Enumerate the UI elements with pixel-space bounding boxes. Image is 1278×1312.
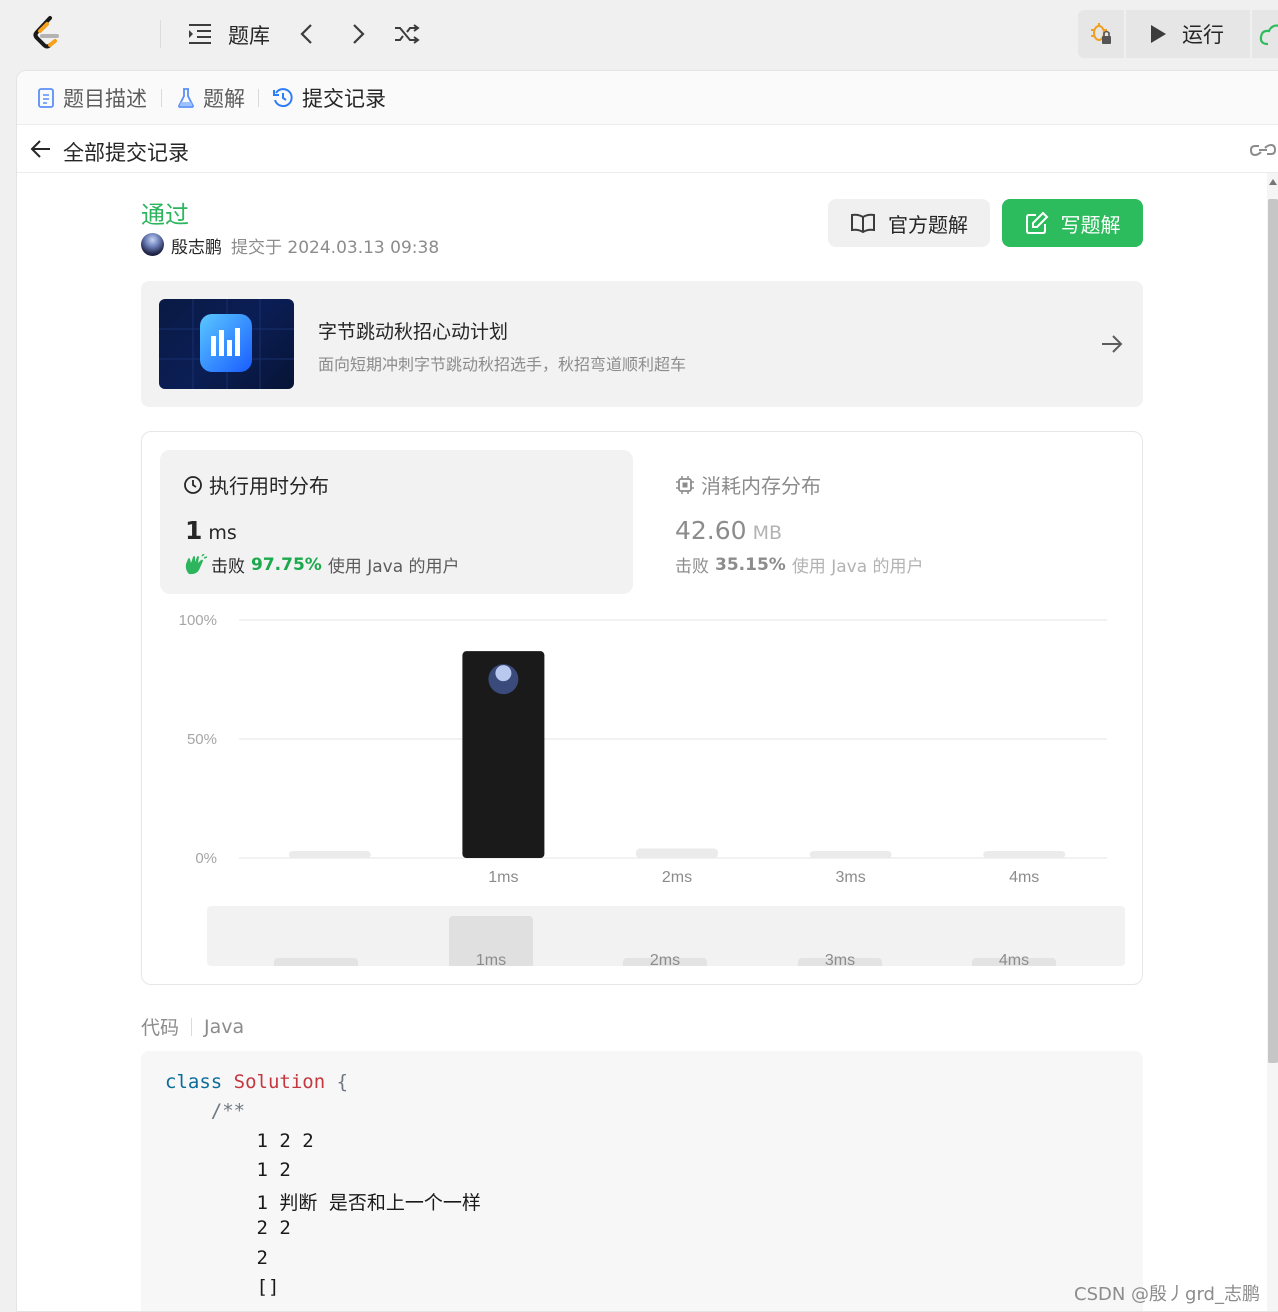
- avatar[interactable]: [141, 233, 164, 256]
- code-line: 1 2 2: [165, 1130, 314, 1152]
- top-bar: 题库 运行: [0, 0, 1278, 70]
- bug-lock-icon: [1091, 23, 1111, 44]
- cloud-upload-icon: [1259, 24, 1278, 46]
- tab-divider: [258, 89, 259, 107]
- bar: [636, 848, 718, 858]
- navigator-tick-label: 1ms: [476, 952, 506, 966]
- author-name[interactable]: 殷志鹏: [171, 233, 222, 258]
- code-line: /**: [165, 1100, 246, 1122]
- y-tick-label: 50%: [187, 731, 217, 748]
- run-label: 运行: [1182, 23, 1224, 47]
- avatar-marker-highlight: [495, 665, 512, 682]
- promo-title: 字节跳动秋招心动计划: [318, 321, 509, 343]
- x-tick-label: 2ms: [662, 869, 692, 886]
- topbar-divider: [160, 20, 161, 48]
- code-label-divider: [191, 1017, 193, 1036]
- bar: [288, 851, 371, 858]
- submission-panel: 题目描述 题解 提交记录 全部提交记录 通过 殷志鹏 提交于 2024.03.1…: [16, 70, 1278, 1312]
- chevron-right-icon[interactable]: [342, 18, 374, 50]
- tab-divider: [161, 89, 162, 107]
- edit-icon: [1025, 211, 1048, 234]
- link-icon[interactable]: [1249, 137, 1277, 163]
- clock-icon: [184, 475, 202, 494]
- memory-beat-line: 击败 35.15% 使用 Java 的用户: [675, 554, 924, 578]
- write-solution-button[interactable]: 写题解: [1002, 199, 1143, 247]
- runtime-distribution-chart: 100% 50% 0% 1ms 2ms 3ms 4ms: [179, 612, 1107, 886]
- run-button-group: 运行: [1078, 10, 1278, 58]
- code-line: 1 判断 是否和上一个一样: [165, 1192, 481, 1214]
- bar: [983, 851, 1066, 858]
- back-arrow-icon[interactable]: [29, 137, 53, 161]
- problem-list-icon[interactable]: [184, 18, 216, 50]
- code-block[interactable]: class Solution { /** 1 2 2 1 2 1 判断 是否和上…: [141, 1051, 1143, 1311]
- y-tick-label: 0%: [195, 850, 217, 867]
- bar: [809, 851, 892, 858]
- y-tick-label: 100%: [179, 612, 217, 629]
- promo-image: [159, 299, 294, 389]
- play-icon: [1151, 25, 1166, 43]
- code-line: class Solution {: [165, 1071, 349, 1093]
- submit-time: 提交于 2024.03.13 09:38: [231, 238, 440, 258]
- performance-card: 执行用时分布 1 ms 击败 97.75% 使用 Java 的用户 消耗内存分布…: [141, 431, 1143, 985]
- runtime-beat-line: 击败 97.75% 使用 Java 的用户: [183, 552, 460, 577]
- navigator-tick-label: 2ms: [650, 952, 680, 966]
- run-button[interactable]: 运行: [1128, 10, 1246, 58]
- navigator-tick-label: 4ms: [999, 952, 1029, 966]
- x-tick-label: 4ms: [1009, 869, 1039, 886]
- runtime-panel[interactable]: 执行用时分布 1 ms 击败 97.75% 使用 Java 的用户: [160, 450, 633, 594]
- promo-banner[interactable]: 字节跳动秋招心动计划 面向短期冲刺字节跳动秋招选手，秋招弯道顺利超车: [141, 281, 1143, 407]
- code-line: 1 2: [165, 1159, 291, 1181]
- code-language: Java: [204, 1015, 245, 1038]
- official-solution-button[interactable]: 官方题解: [828, 199, 990, 247]
- flask-icon: [178, 88, 194, 108]
- chevron-left-icon[interactable]: [291, 18, 323, 50]
- navigator-tick-label: 3ms: [825, 952, 855, 966]
- runtime-title: 执行用时分布: [183, 470, 329, 499]
- code-line: []: [165, 1276, 280, 1298]
- x-tick-label: 3ms: [835, 869, 865, 886]
- submission-subheader: 全部提交记录: [17, 125, 1278, 173]
- watermark: CSDN @殷丿grd_志鹏: [1074, 1284, 1260, 1305]
- memory-value: 42.60 MB: [675, 516, 783, 545]
- navigator-bar: [274, 958, 358, 966]
- book-icon: [851, 213, 875, 234]
- memory-panel[interactable]: 消耗内存分布 42.60 MB 击败 35.15% 使用 Java 的用户: [652, 450, 1125, 594]
- scrollbar-thumb[interactable]: [1268, 199, 1278, 1063]
- history-icon: [273, 88, 293, 108]
- x-tick-label: 1ms: [488, 869, 518, 886]
- code-label: 代码: [141, 1017, 180, 1039]
- clap-icon: [185, 553, 207, 574]
- debug-button[interactable]: [1078, 10, 1126, 58]
- code-label-row: 代码 Java: [141, 1013, 244, 1040]
- code-line: 2: [165, 1247, 268, 1269]
- code-line: 2 2: [165, 1217, 291, 1239]
- panel-tabs: 题目描述 题解 提交记录: [17, 71, 1278, 125]
- all-submissions-title[interactable]: 全部提交记录: [63, 137, 189, 167]
- memory-title: 消耗内存分布: [675, 470, 821, 499]
- scroll-up-arrow-icon[interactable]: [1269, 179, 1277, 185]
- problem-list-label[interactable]: 题库: [228, 20, 270, 50]
- status-label: 通过: [141, 201, 189, 229]
- promo-description: 面向短期冲刺字节跳动秋招选手，秋招弯道顺利超车: [318, 355, 687, 374]
- tab-solutions[interactable]: 题解: [177, 84, 245, 112]
- chart-navigator[interactable]: 1ms 2ms 3ms 4ms: [207, 906, 1125, 966]
- tab-submissions[interactable]: 提交记录: [272, 84, 386, 112]
- submit-button[interactable]: [1250, 10, 1278, 58]
- arrow-right-icon[interactable]: [1099, 331, 1125, 357]
- tab-description[interactable]: 题目描述: [37, 84, 147, 112]
- runtime-value: 1 ms: [185, 516, 237, 545]
- chip-icon: [676, 475, 694, 494]
- shuffle-icon[interactable]: [391, 18, 423, 50]
- document-icon: [38, 88, 54, 108]
- chart-navigator-bars: 1ms 2ms 3ms 4ms: [274, 916, 1056, 966]
- leetcode-logo-icon[interactable]: [28, 14, 68, 54]
